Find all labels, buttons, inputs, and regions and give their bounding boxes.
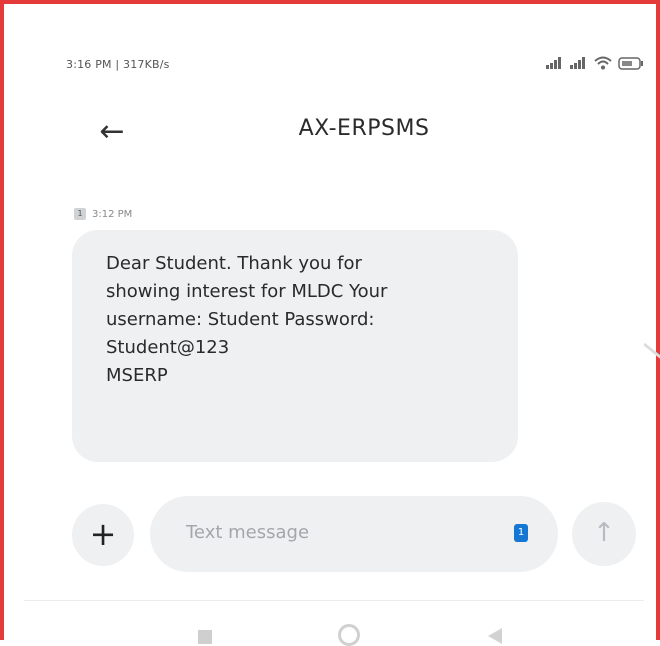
recents-icon[interactable] bbox=[198, 630, 212, 644]
message-bubble[interactable]: Dear Student. Thank you for showing inte… bbox=[72, 230, 518, 462]
sim-badge: 1 bbox=[74, 208, 86, 220]
arrow-up-icon: ↑ bbox=[593, 518, 615, 548]
wifi-icon bbox=[594, 56, 612, 70]
arrow-left-icon: ← bbox=[99, 114, 125, 149]
status-time: 3:16 PM | 317KB/s bbox=[66, 58, 170, 71]
message-text: Dear Student. Thank you for showing inte… bbox=[106, 253, 388, 386]
status-bar: 3:16 PM | 317KB/s bbox=[66, 54, 656, 78]
status-icons bbox=[546, 56, 644, 70]
conversation-title: AX-ERPSMS bbox=[298, 116, 430, 141]
back-triangle-icon[interactable] bbox=[488, 628, 502, 644]
message-input[interactable]: Text message 1 bbox=[150, 496, 558, 572]
back-button[interactable]: ← bbox=[90, 114, 134, 150]
signal-icon bbox=[546, 57, 561, 69]
decorative-mark bbox=[644, 342, 660, 359]
screenshot-frame: 3:16 PM | 317KB/s ← AX-ERPSMS 1 3:12 PM … bbox=[0, 0, 660, 646]
add-attachment-button[interactable]: + bbox=[72, 504, 134, 566]
signal-icon bbox=[570, 57, 585, 69]
sim-select-icon[interactable]: 1 bbox=[514, 524, 528, 542]
battery-icon bbox=[618, 56, 643, 70]
home-icon[interactable] bbox=[338, 624, 360, 646]
navigation-bar bbox=[4, 620, 660, 646]
divider bbox=[24, 600, 644, 601]
message-meta: 1 3:12 PM bbox=[74, 208, 132, 220]
message-timestamp: 3:12 PM bbox=[92, 208, 133, 220]
message-input-placeholder: Text message bbox=[186, 522, 310, 543]
send-button[interactable]: ↑ bbox=[572, 502, 636, 566]
plus-icon: + bbox=[89, 515, 117, 553]
